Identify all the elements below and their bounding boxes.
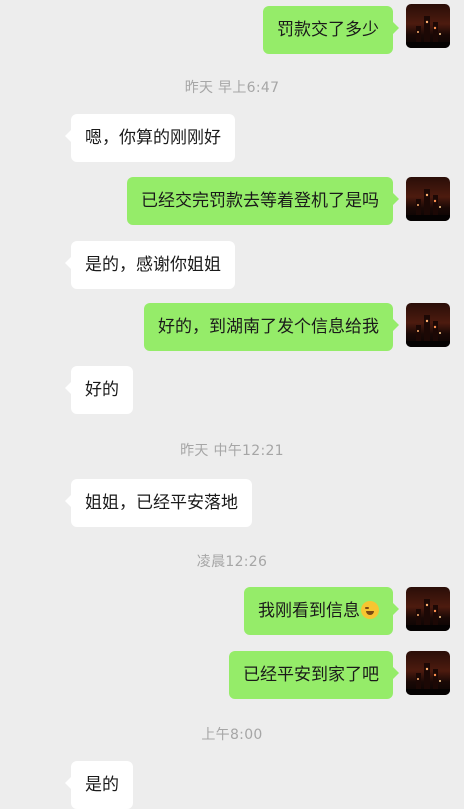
message-text: 嗯，你算的刚刚好 bbox=[85, 128, 221, 148]
message-text: 姐姐，已经平安落地 bbox=[85, 493, 238, 513]
incoming-message[interactable]: 姐姐，已经平安落地 bbox=[65, 479, 252, 527]
message-text: 罚款交了多少 bbox=[277, 20, 379, 40]
city-night-icon bbox=[406, 16, 450, 48]
timestamp: 昨天 中午12:21 bbox=[180, 443, 284, 459]
message-text: 好的，到湖南了发个信息给我 bbox=[158, 317, 379, 337]
outgoing-message[interactable]: 好的，到湖南了发个信息给我 bbox=[144, 303, 399, 351]
message-text: 已经交完罚款去等着登机了是吗 bbox=[141, 191, 379, 211]
timestamp: 凌晨12:26 bbox=[196, 554, 268, 570]
outgoing-message[interactable]: 罚款交了多少 bbox=[263, 6, 399, 54]
user-avatar[interactable] bbox=[406, 587, 450, 631]
message-text: 是的，感谢你姐姐 bbox=[85, 255, 221, 275]
message-text: 已经平安到家了吧 bbox=[243, 665, 379, 685]
timestamp: 昨天 早上6:47 bbox=[184, 80, 280, 96]
timestamp: 上午8:00 bbox=[201, 727, 263, 743]
user-avatar[interactable] bbox=[406, 177, 450, 221]
user-avatar[interactable] bbox=[406, 651, 450, 695]
message-text: 是的 bbox=[85, 775, 119, 795]
user-avatar[interactable] bbox=[406, 303, 450, 347]
incoming-message[interactable]: 是的 bbox=[65, 761, 133, 809]
message-text: 好的 bbox=[85, 380, 119, 400]
outgoing-message[interactable]: 我刚看到信息 bbox=[244, 587, 399, 635]
incoming-message[interactable]: 嗯，你算的刚刚好 bbox=[65, 114, 235, 162]
incoming-message[interactable]: 好的 bbox=[65, 366, 133, 414]
city-night-icon bbox=[406, 189, 450, 221]
incoming-message[interactable]: 是的，感谢你姐姐 bbox=[65, 241, 235, 289]
outgoing-message[interactable]: 已经交完罚款去等着登机了是吗 bbox=[127, 177, 399, 225]
message-text: 我刚看到信息 bbox=[258, 601, 360, 621]
city-night-icon bbox=[406, 599, 450, 631]
laughing-crying-emoji-icon bbox=[361, 601, 379, 619]
user-avatar[interactable] bbox=[406, 4, 450, 48]
city-night-icon bbox=[406, 315, 450, 347]
outgoing-message[interactable]: 已经平安到家了吧 bbox=[229, 651, 399, 699]
city-night-icon bbox=[406, 663, 450, 695]
